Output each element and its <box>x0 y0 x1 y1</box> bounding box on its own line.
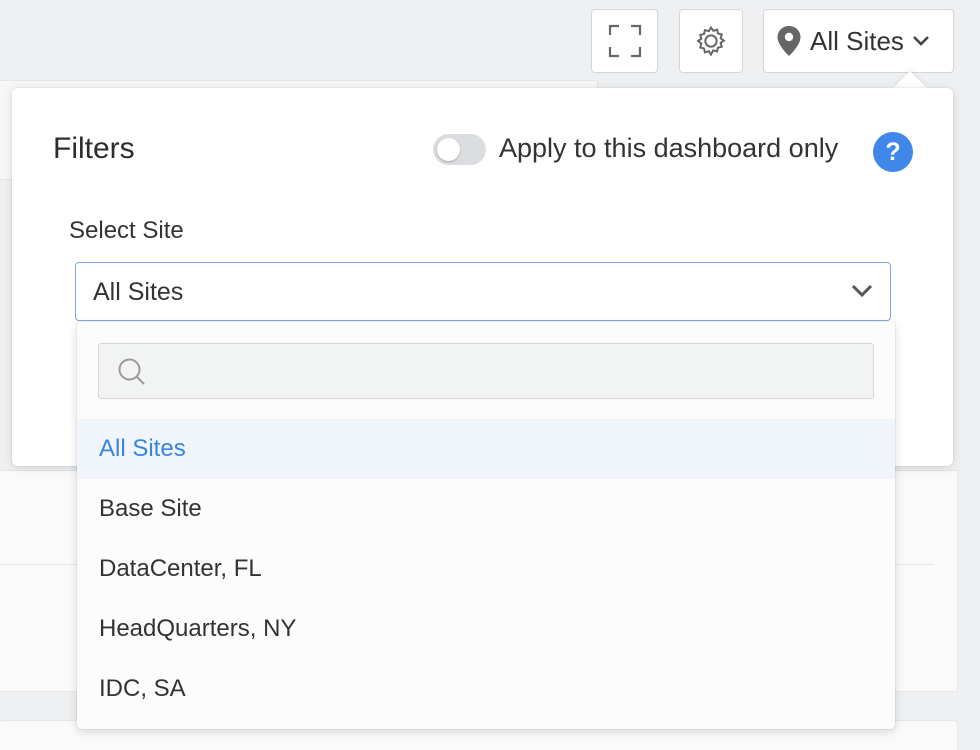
site-option[interactable]: Base Site <box>77 479 895 539</box>
chevron-down-icon <box>851 284 873 298</box>
site-switcher-button[interactable]: All Sites <box>763 9 954 73</box>
select-site-label: Select Site <box>69 217 184 244</box>
filters-title: Filters <box>53 132 135 165</box>
map-pin-icon <box>777 26 801 56</box>
site-select[interactable]: All Sites <box>75 262 891 321</box>
site-option[interactable]: IDC, SA <box>77 659 895 719</box>
toggle-knob <box>437 138 460 161</box>
dropdown-search-box[interactable] <box>98 343 874 399</box>
site-select-value: All Sites <box>93 278 184 306</box>
apply-dashboard-only-label: Apply to this dashboard only <box>499 133 839 163</box>
dashboard-page: All Sites Filters Apply to this dashboar… <box>0 0 980 750</box>
fullscreen-icon <box>608 24 641 58</box>
dropdown-search-input[interactable] <box>159 352 859 390</box>
settings-button[interactable] <box>679 9 743 73</box>
apply-dashboard-only-toggle[interactable] <box>433 134 486 165</box>
gear-icon <box>696 25 726 57</box>
site-switcher-label: All Sites <box>810 25 904 56</box>
help-icon[interactable]: ? <box>873 132 913 172</box>
search-icon <box>118 358 145 385</box>
fullscreen-button[interactable] <box>591 9 658 73</box>
chevron-down-icon <box>913 36 929 46</box>
site-option[interactable]: All Sites <box>77 419 895 479</box>
site-dropdown-list: All Sites Base Site DataCenter, FL HeadQuar… <box>77 322 895 729</box>
site-option[interactable]: DataCenter, FL <box>77 539 895 599</box>
site-option[interactable]: HeadQuarters, NY <box>77 599 895 659</box>
